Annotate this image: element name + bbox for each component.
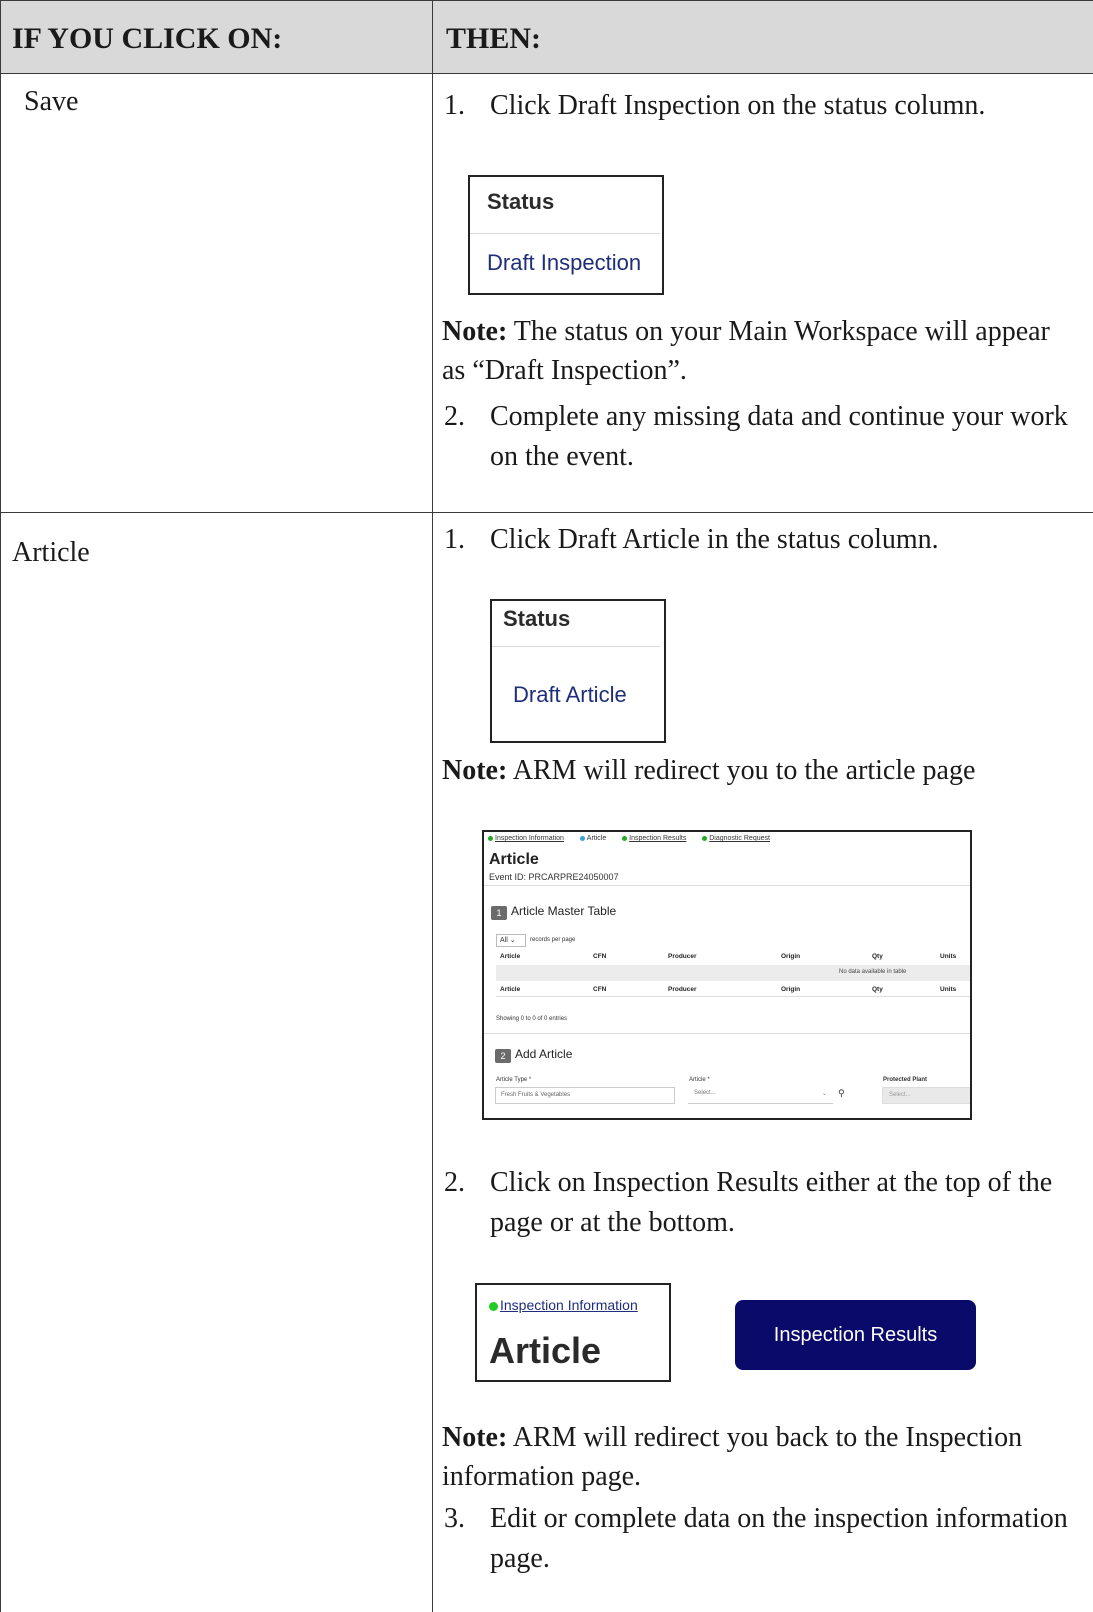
row2-step3: 3. Edit or complete data on the inspecti… bbox=[444, 1499, 1084, 1579]
tab-inspection-results[interactable]: Inspection Results bbox=[622, 835, 686, 842]
header-divider bbox=[0, 73, 1093, 74]
step-text: Click Draft Inspection on the status col… bbox=[490, 90, 986, 121]
divider bbox=[484, 885, 970, 886]
column-header[interactable]: Producer bbox=[668, 953, 697, 960]
chevron-down-icon: ⌄ bbox=[821, 1091, 827, 1097]
article-page-screenshot: Inspection Information Article Inspectio… bbox=[482, 830, 972, 1120]
column-footer: Units bbox=[940, 986, 957, 993]
step-text: Click Draft Article in the status column… bbox=[490, 524, 939, 555]
crop-title: Article bbox=[489, 1330, 602, 1371]
note-label: Note: bbox=[442, 755, 508, 786]
status-crop-draft-article: Status Draft Article bbox=[490, 599, 666, 743]
field-label-article: Article * bbox=[689, 1077, 710, 1083]
section-number-badge: 1 bbox=[491, 906, 507, 920]
column-header[interactable]: Units bbox=[940, 953, 956, 960]
note-text: The status on your Main Workspace will a… bbox=[442, 316, 1050, 386]
status-separator bbox=[492, 646, 660, 647]
column-header[interactable]: CFN bbox=[593, 953, 606, 960]
tab-diagnostic-request[interactable]: Diagnostic Request bbox=[702, 835, 770, 842]
status-heading: Status bbox=[503, 606, 571, 631]
row2-note1: Note: ARM will redirect you to the artic… bbox=[442, 751, 1062, 790]
status-heading: Status bbox=[487, 189, 555, 214]
article-header-crop: Inspection Information Article bbox=[475, 1283, 671, 1382]
protected-plant-select[interactable]: Select... bbox=[882, 1087, 970, 1104]
column-divider bbox=[432, 0, 433, 1612]
section-title: Article Master Table bbox=[511, 904, 617, 918]
note-text: ARM will redirect you to the article pag… bbox=[507, 755, 976, 786]
column-header[interactable]: Origin bbox=[781, 953, 800, 960]
row1-step2: 2. Complete any missing data and continu… bbox=[444, 397, 1084, 477]
row2-option: Article bbox=[12, 537, 90, 568]
step-text: Click on Inspection Results either at th… bbox=[490, 1167, 1053, 1238]
column-footer: Qty bbox=[872, 986, 883, 993]
divider bbox=[484, 1033, 970, 1034]
step-number: 2. bbox=[444, 401, 465, 432]
chevron-down-icon: ⌄ bbox=[507, 937, 516, 944]
step-number: 2. bbox=[444, 1167, 465, 1198]
row2-step1: 1. Click Draft Article in the status col… bbox=[444, 520, 1084, 560]
column-header[interactable]: Qty bbox=[872, 953, 883, 960]
empty-row: No data available in table bbox=[496, 965, 970, 981]
article-select[interactable]: Select... ⌄ bbox=[688, 1087, 833, 1104]
entries-info: Showing 0 to 0 of 0 entries bbox=[496, 1016, 568, 1022]
column-header[interactable]: Article bbox=[500, 953, 520, 960]
section-number-badge: 2 bbox=[495, 1049, 511, 1063]
column-footer: Article bbox=[500, 986, 521, 993]
step-number: 1. bbox=[444, 90, 465, 121]
note-label: Note: bbox=[442, 316, 508, 347]
step-text: Complete any missing data and continue y… bbox=[490, 401, 1068, 472]
status-dot-icon bbox=[622, 835, 628, 841]
article-type-input[interactable]: Fresh Fruits & Vegetables bbox=[495, 1087, 675, 1104]
column-footer: Origin bbox=[781, 986, 801, 993]
step-text: Edit or complete data on the inspection … bbox=[490, 1503, 1068, 1574]
progress-tabs: Inspection Information Article Inspectio… bbox=[488, 835, 770, 842]
records-select[interactable]: All ⌄ bbox=[496, 934, 526, 947]
row1-step1: 1. Click Draft Inspection on the status … bbox=[444, 86, 1084, 126]
status-dot-icon bbox=[489, 1301, 498, 1311]
field-label-protected-plant: Protected Plant bbox=[883, 1077, 928, 1083]
table-header-row: Article CFN Producer Origin Qty Units bbox=[496, 950, 970, 964]
tab-inspection-information[interactable]: Inspection Information bbox=[488, 835, 564, 842]
status-value: Draft Article bbox=[513, 682, 627, 707]
table-border-top bbox=[0, 0, 1093, 1]
status-dot-icon bbox=[702, 835, 708, 841]
header-col1: IF YOU CLICK ON: bbox=[12, 22, 283, 55]
table-border-left bbox=[0, 0, 1, 1612]
records-label: records per page bbox=[530, 937, 576, 943]
status-separator bbox=[470, 233, 660, 234]
note-text: ARM will redirect you back to the Inspec… bbox=[442, 1422, 1023, 1492]
inspection-results-button[interactable]: Inspection Results bbox=[735, 1300, 976, 1370]
table-footer-row: Article CFN Producer Origin Qty Units bbox=[496, 983, 970, 997]
inspection-information-link[interactable]: Inspection Information bbox=[489, 1297, 638, 1313]
row1-note: Note: The status on your Main Workspace … bbox=[442, 312, 1062, 390]
field-label-article-type: Article Type * bbox=[496, 1077, 532, 1083]
row2-note2: Note: ARM will redirect you back to the … bbox=[442, 1418, 1082, 1496]
section-title: Add Article bbox=[515, 1047, 573, 1061]
column-footer: CFN bbox=[593, 986, 607, 993]
header-col2: THEN: bbox=[446, 22, 542, 55]
status-value: Draft Inspection bbox=[487, 250, 642, 275]
row1-option: Save bbox=[24, 86, 79, 117]
row-divider bbox=[0, 512, 1093, 513]
status-dot-icon bbox=[579, 835, 585, 841]
search-icon[interactable]: ⚲ bbox=[838, 1088, 845, 1099]
page-title: Article bbox=[489, 851, 539, 868]
column-footer: Producer bbox=[668, 986, 697, 993]
event-id: Event ID: PRCARPRE24050007 bbox=[489, 872, 619, 882]
step-number: 3. bbox=[444, 1503, 465, 1534]
row2-step2: 2. Click on Inspection Results either at… bbox=[444, 1163, 1084, 1243]
status-dot-icon bbox=[488, 835, 493, 841]
status-crop-draft-inspection: Status Draft Inspection bbox=[468, 175, 664, 295]
empty-table-message: No data available in table bbox=[839, 969, 907, 975]
tab-article[interactable]: Article bbox=[579, 835, 606, 842]
note-label: Note: bbox=[442, 1422, 508, 1453]
step-number: 1. bbox=[444, 524, 465, 555]
